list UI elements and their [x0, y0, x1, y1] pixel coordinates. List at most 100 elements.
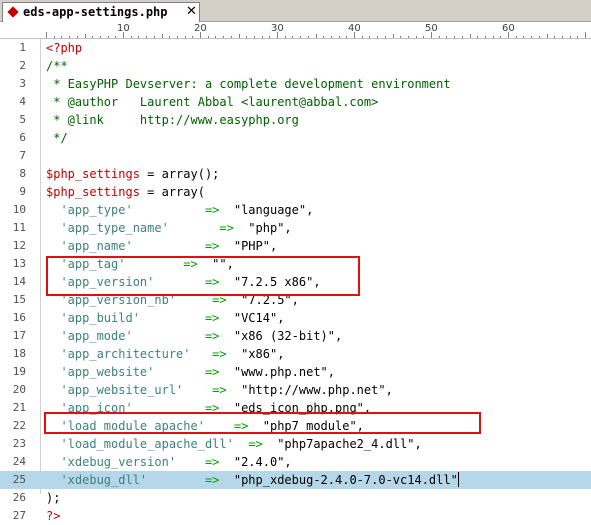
code-line[interactable]: 24 'xdebug_version' => "2.4.0",: [0, 453, 591, 471]
line-number: 3: [19, 77, 26, 90]
code-line[interactable]: 8 $php_settings = array();: [0, 165, 591, 183]
code-line[interactable]: 25 'xdebug_dll' => "php_xdebug-2.4.0-7.0…: [0, 471, 591, 489]
code-line[interactable]: 11 'app_type_name' => "php",: [0, 219, 591, 237]
code-token: "php",: [233, 221, 292, 235]
code-editor[interactable]: eds-app-settings.php ✕ 10 20 30 40 50 60 1 <?p…: [0, 0, 591, 523]
code-token: ();: [197, 167, 220, 181]
code-line[interactable]: 6 */: [0, 129, 591, 147]
code-line[interactable]: 2 /**: [0, 57, 591, 75]
code-token: 'xdebug_version': [46, 455, 177, 469]
code-line[interactable]: 19 'app_website' => "www.php.net",: [0, 363, 591, 381]
code-token: $php_settings: [46, 167, 140, 181]
line-text: 'app_architecture' => "x86",: [46, 345, 284, 363]
ruler-tick: [185, 36, 186, 38]
ruler-tick: [393, 34, 394, 38]
line-number: 12: [12, 239, 26, 252]
line-text: 'app_website_url' => "http://www.php.net…: [46, 381, 393, 399]
ruler-label: 50: [425, 23, 438, 34]
code-line[interactable]: 4 * @author Laurent Abbal <laurent@abbal…: [0, 93, 591, 111]
code-token: 'app_type': [46, 203, 133, 217]
ruler-tick: [577, 36, 578, 38]
line-text: 'xdebug_dll' => "php_xdebug-2.4.0-7.0-vc…: [46, 471, 458, 489]
line-number: 2: [19, 59, 26, 72]
code-line[interactable]: 3 * EasyPHP Devserver: a complete develo…: [0, 75, 591, 93]
code-token: 'load_module_apache_dll': [46, 437, 234, 451]
line-number: 22: [12, 419, 26, 432]
line-text: 'app_type' => "language",: [46, 201, 313, 219]
code-line[interactable]: 10 'app_type' => "language",: [0, 201, 591, 219]
code-token: 'app_build': [46, 311, 140, 325]
line-number: 27: [12, 509, 26, 522]
code-line[interactable]: 1 <?php: [0, 39, 591, 57]
code-line[interactable]: 20 'app_website_url' => "http://www.php.…: [0, 381, 591, 399]
ruler-tick: [423, 36, 424, 38]
code-token: =>: [176, 455, 220, 469]
code-token: "http://www.php.net",: [226, 383, 393, 397]
code-line[interactable]: 12 'app_name' => "PHP",: [0, 237, 591, 255]
code-token: /**: [46, 59, 68, 73]
code-line[interactable]: 5 * @link http://www.easyphp.org: [0, 111, 591, 129]
tab-label: eds-app-settings.php: [23, 5, 168, 19]
ruler-tick: [316, 34, 317, 38]
code-token: 'xdebug_dll': [46, 473, 148, 487]
code-token: =>: [190, 347, 227, 361]
ruler-tick: [69, 36, 70, 38]
line-number: 24: [12, 455, 26, 468]
ruler-tick: [385, 36, 386, 38]
tab-bar: eds-app-settings.php ✕: [0, 0, 591, 22]
ruler-tick: [192, 36, 193, 38]
code-token: =: [139, 185, 162, 199]
line-text: * EasyPHP Devserver: a complete developm…: [46, 75, 451, 93]
line-text: * @link http://www.easyphp.org: [46, 111, 299, 129]
code-line[interactable]: 9 $php_settings = array(: [0, 183, 591, 201]
line-text: */: [46, 129, 68, 147]
code-line[interactable]: 17 'app_mode' => "x86 (32-bit)",: [0, 327, 591, 345]
code-line[interactable]: 16 'app_build' => "VC14",: [0, 309, 591, 327]
code-line[interactable]: 18 'app_architecture' => "x86",: [0, 345, 591, 363]
ruler-tick: [485, 36, 486, 38]
ruler-tick: [400, 36, 401, 38]
line-text: 'load_module_apache_dll' => "php7apache2…: [46, 435, 421, 453]
line-number: 16: [12, 311, 26, 324]
code-token: =>: [168, 221, 234, 235]
code-token: =>: [132, 203, 220, 217]
line-number: 25: [12, 473, 26, 486]
ruler-tick: [131, 36, 132, 38]
ruler-tick: [61, 36, 62, 38]
code-token: <?php: [46, 41, 83, 55]
ruler-tick: [446, 36, 447, 38]
ruler-tick: [585, 32, 586, 38]
code-token: * @author Laurent Abbal <laurent@abbal.c…: [46, 95, 379, 109]
ruler-tick: [146, 36, 147, 38]
ruler-tick: [54, 36, 55, 38]
code-token: */: [46, 131, 68, 145]
ruler-tick: [100, 36, 101, 38]
ruler-tick: [416, 36, 417, 38]
ruler-tick: [462, 36, 463, 38]
line-number: 9: [19, 185, 26, 198]
line-number: 21: [12, 401, 26, 414]
code-token: =: [139, 167, 162, 181]
code-token: =>: [147, 473, 220, 487]
code-token: "php_xdebug-2.4.0-7.0-vc14.dll": [219, 473, 458, 487]
close-icon[interactable]: ✕: [186, 4, 197, 20]
code-token: 'app_website_url': [46, 383, 184, 397]
ruler-tick: [308, 36, 309, 38]
ruler-tick: [408, 36, 409, 38]
line-text: ?>: [46, 507, 60, 525]
ruler-tick: [231, 36, 232, 38]
ruler-tick: [339, 36, 340, 38]
line-text: <?php: [46, 39, 82, 57]
ruler-tick: [162, 34, 163, 38]
code-line[interactable]: 26);: [0, 489, 591, 507]
code-token: * EasyPHP Devserver: a complete developm…: [46, 77, 451, 91]
ruler-tick: [570, 36, 571, 38]
ruler-tick: [46, 32, 47, 38]
ruler-tick: [215, 36, 216, 38]
code-line[interactable]: 7: [0, 147, 591, 165]
code-line[interactable]: 27 ?>: [0, 507, 591, 525]
tab-eds-app-settings[interactable]: eds-app-settings.php ✕: [2, 2, 200, 22]
code-token: =>: [132, 329, 220, 343]
code-line[interactable]: 23 'load_module_apache_dll' => "php7apac…: [0, 435, 591, 453]
line-number: 13: [12, 257, 26, 270]
